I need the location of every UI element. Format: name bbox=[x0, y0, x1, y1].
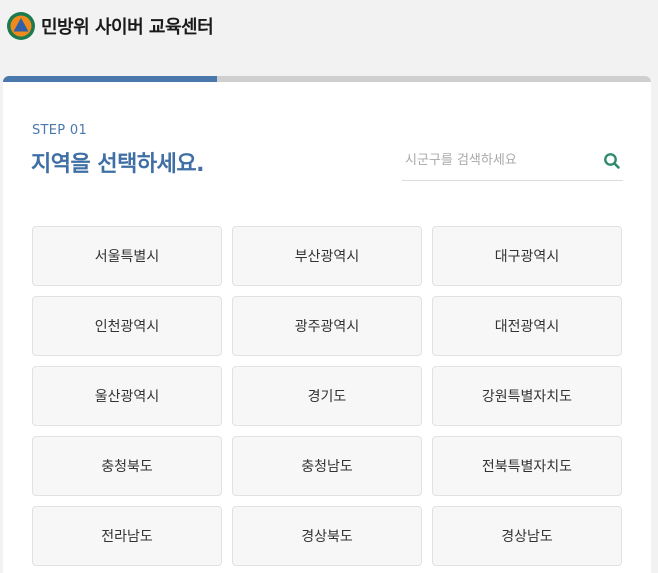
region-button[interactable]: 광주광역시 bbox=[232, 296, 422, 356]
header: 민방위 사이버 교육센터 bbox=[0, 0, 658, 52]
region-button[interactable]: 전북특별자치도 bbox=[432, 436, 622, 496]
step-label: STEP 01 bbox=[32, 123, 88, 138]
progress-bar bbox=[3, 76, 651, 82]
search-box bbox=[402, 142, 623, 181]
civil-defense-emblem-icon[interactable] bbox=[6, 11, 36, 41]
region-button[interactable]: 울산광역시 bbox=[32, 366, 222, 426]
region-button[interactable]: 대전광역시 bbox=[432, 296, 622, 356]
region-button[interactable]: 충청북도 bbox=[32, 436, 222, 496]
region-button[interactable]: 인천광역시 bbox=[32, 296, 222, 356]
region-button[interactable]: 경상남도 bbox=[432, 506, 622, 566]
region-button[interactable]: 경기도 bbox=[232, 366, 422, 426]
search-button[interactable] bbox=[601, 150, 623, 172]
region-button[interactable]: 서울특별시 bbox=[32, 226, 222, 286]
page-title: 지역을 선택하세요. bbox=[31, 152, 204, 177]
search-input[interactable] bbox=[402, 142, 592, 178]
region-button[interactable]: 부산광역시 bbox=[232, 226, 422, 286]
progress-bar-fill bbox=[3, 76, 217, 82]
region-selection-card: STEP 01 지역을 선택하세요. 서울특별시부산광역시대구광역시인천광역시광… bbox=[3, 76, 651, 573]
region-button[interactable]: 강원특별자치도 bbox=[432, 366, 622, 426]
region-button[interactable]: 전라남도 bbox=[32, 506, 222, 566]
region-button[interactable]: 경상북도 bbox=[232, 506, 422, 566]
region-grid: 서울특별시 부산광역시 대구광역시인천광역시 광주광역시 대전광역시울산광역시 경기도 강원… bbox=[32, 226, 622, 566]
search-icon bbox=[604, 153, 620, 169]
region-button[interactable]: 충청남도 bbox=[232, 436, 422, 496]
site-title[interactable]: 민방위 사이버 교육센터 bbox=[41, 13, 214, 39]
region-button[interactable]: 대구광역시 bbox=[432, 226, 622, 286]
